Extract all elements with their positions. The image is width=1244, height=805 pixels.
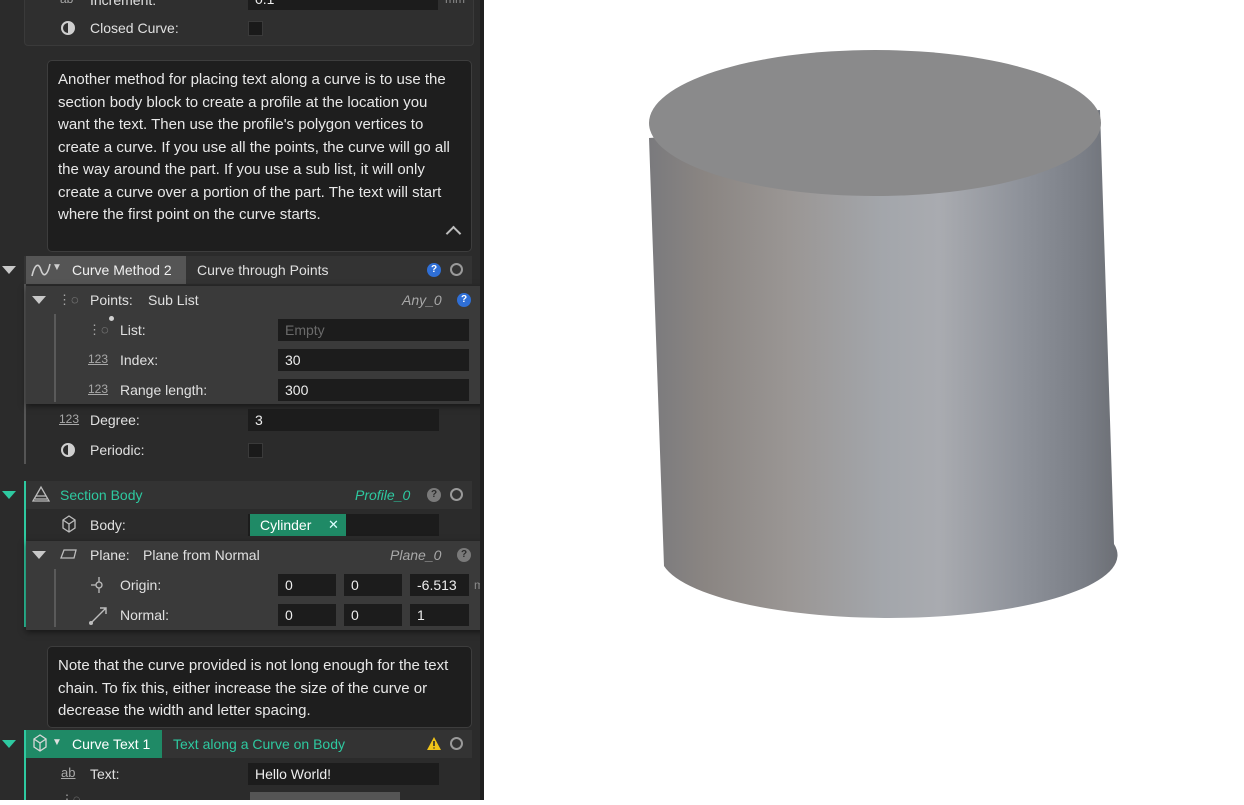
warning-icon[interactable] — [426, 736, 442, 751]
body-label: Body: — [90, 517, 126, 533]
plane-indent-bar — [54, 569, 56, 627]
degree-input[interactable]: 3 — [248, 409, 439, 431]
list-icon: ⋮◌ — [88, 322, 109, 337]
body-chip-label: Cylinder — [260, 517, 312, 533]
number-icon: 123 — [88, 352, 109, 366]
origin-z-input[interactable]: -6.513 — [410, 574, 469, 596]
list-input[interactable]: Empty — [278, 319, 469, 341]
increment-label: Increment: — [90, 0, 157, 8]
text-input[interactable]: Hello World! — [248, 763, 439, 785]
index-input[interactable]: 30 — [278, 349, 469, 371]
closed-curve-icon — [61, 21, 75, 35]
expand-points-icon[interactable] — [32, 296, 46, 304]
increment-input[interactable]: 0.1 — [248, 0, 438, 10]
origin-label: Origin: — [120, 577, 162, 593]
plane-type[interactable]: Plane from Normal — [143, 547, 260, 563]
range-length-input[interactable]: 300 — [278, 379, 469, 401]
number-icon: 123 — [88, 382, 109, 396]
degree-label: Degree: — [90, 412, 140, 428]
curve-method-icon — [31, 263, 51, 277]
plane-label: Plane: — [90, 547, 130, 563]
expand-plane-icon[interactable] — [32, 551, 46, 559]
cylinder-model[interactable] — [484, 0, 1244, 800]
warning-note-text: Note that the curve provided is not long… — [58, 657, 449, 719]
normal-y-input[interactable]: 0 — [344, 604, 402, 626]
help-icon[interactable]: ? — [427, 488, 441, 502]
periodic-icon — [61, 443, 75, 457]
output-port-icon[interactable] — [450, 737, 463, 750]
expand-curve-method-icon[interactable] — [2, 266, 16, 274]
curve-text-type[interactable]: Text along a Curve on Body — [173, 736, 345, 752]
info-note-text: Another method for placing text along a … — [58, 71, 450, 223]
normal-icon — [89, 607, 107, 625]
curve-text-name: Curve Text 1 — [72, 736, 151, 752]
section-body-name: Section Body — [60, 487, 143, 503]
text-label: Text: — [90, 766, 120, 782]
range-length-label: Range length: — [120, 382, 208, 398]
output-port-icon[interactable] — [450, 488, 463, 501]
normal-x-input[interactable]: 0 — [278, 604, 336, 626]
help-icon[interactable]: ? — [427, 263, 441, 277]
output-port-icon[interactable] — [450, 263, 463, 276]
expand-curve-text-icon[interactable] — [2, 740, 16, 748]
closed-curve-label: Closed Curve: — [90, 20, 179, 36]
plane-icon — [60, 549, 77, 559]
periodic-label: Periodic: — [90, 442, 145, 458]
origin-x-input[interactable]: 0 — [278, 574, 336, 596]
viewport-3d[interactable] — [484, 0, 1244, 800]
body-chip[interactable]: Cylinder ✕ — [250, 514, 346, 536]
curve-text-icon — [33, 734, 47, 752]
curve-method-name: Curve Method 2 — [72, 262, 172, 278]
body-icon — [62, 515, 76, 533]
increment-unit: mm — [445, 0, 465, 6]
points-icon: ⋮◌ — [58, 292, 79, 307]
curve-method-type[interactable]: Curve through Points — [197, 262, 329, 278]
list-link-dot — [109, 316, 114, 321]
help-icon[interactable]: ? — [457, 293, 471, 307]
points-indent-bar — [54, 314, 56, 402]
info-note: Another method for placing text along a … — [47, 60, 472, 252]
help-icon[interactable]: ? — [457, 548, 471, 562]
remove-icon[interactable]: ✕ — [328, 514, 339, 536]
points-label: Points: — [90, 292, 133, 308]
section-body-output: Profile_0 — [355, 487, 411, 503]
curve-text-accent-bar — [24, 730, 26, 800]
normal-label: Normal: — [120, 607, 170, 623]
increment-icon: ab — [60, 0, 73, 6]
chevron-down-icon[interactable]: ▼ — [52, 262, 62, 273]
list-label: List: — [120, 322, 146, 338]
plane-output: Plane_0 — [390, 547, 442, 563]
number-icon: 123 — [59, 412, 80, 426]
closed-curve-checkbox[interactable] — [248, 21, 263, 36]
curve-input-icon: ⋮◌ — [61, 792, 81, 800]
expand-section-body-icon[interactable] — [2, 491, 16, 499]
warning-note: Note that the curve provided is not long… — [47, 646, 472, 728]
points-type[interactable]: Sub List — [148, 292, 199, 308]
points-output: Any_0 — [402, 292, 442, 308]
normal-z-input[interactable]: 1 — [410, 604, 469, 626]
origin-icon — [91, 577, 103, 593]
periodic-checkbox[interactable] — [248, 443, 263, 458]
origin-y-input[interactable]: 0 — [344, 574, 402, 596]
text-icon: ab — [61, 765, 76, 780]
section-body-icon — [31, 485, 51, 502]
chevron-down-icon[interactable]: ▼ — [52, 737, 62, 748]
curve-input-chip[interactable] — [250, 792, 400, 800]
index-label: Index: — [120, 352, 159, 368]
properties-panel: ab Increment: 0.1 mm Closed Curve: Anoth… — [0, 0, 484, 800]
